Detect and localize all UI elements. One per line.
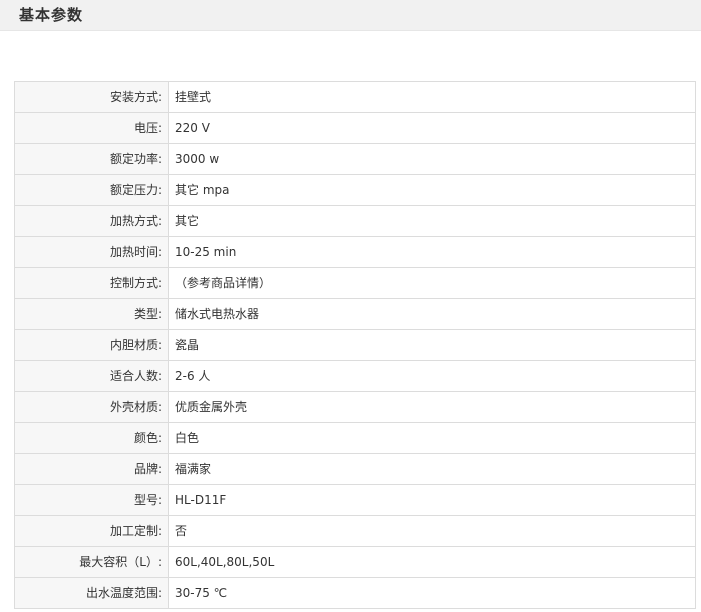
param-value: 瓷晶	[168, 329, 696, 361]
param-label: 型号:	[14, 484, 169, 516]
table-row: 出水温度范围: 30-75 ℃	[14, 577, 696, 609]
table-row: 额定功率: 3000 w	[14, 143, 696, 175]
param-value: 10-25 min	[168, 236, 696, 268]
param-value: 否	[168, 515, 696, 547]
param-label: 安装方式:	[14, 81, 169, 113]
table-row: 安装方式: 挂壁式	[14, 81, 696, 113]
table-row: 颜色: 白色	[14, 422, 696, 454]
param-label: 加热方式:	[14, 205, 169, 237]
param-label: 控制方式:	[14, 267, 169, 299]
param-value: 220 V	[168, 112, 696, 144]
param-value: 储水式电热水器	[168, 298, 696, 330]
table-row: 类型: 储水式电热水器	[14, 298, 696, 330]
table-row: 适合人数: 2-6 人	[14, 360, 696, 392]
param-label: 颜色:	[14, 422, 169, 454]
table-row: 电压: 220 V	[14, 112, 696, 144]
param-value: 挂壁式	[168, 81, 696, 113]
table-row: 额定压力: 其它 mpa	[14, 174, 696, 206]
param-label: 加热时间:	[14, 236, 169, 268]
section-header: 基本参数	[0, 0, 701, 31]
param-label: 额定压力:	[14, 174, 169, 206]
param-value: 60L,40L,80L,50L	[168, 546, 696, 578]
table-row: 品牌: 福满家	[14, 453, 696, 485]
param-value: 30-75 ℃	[168, 577, 696, 609]
parameters-table: 安装方式: 挂壁式 电压: 220 V 额定功率: 3000 w 额定压力: 其…	[14, 81, 696, 609]
table-row: 控制方式: （参考商品详情）	[14, 267, 696, 299]
param-label: 电压:	[14, 112, 169, 144]
param-value: 优质金属外壳	[168, 391, 696, 423]
table-row: 内胆材质: 瓷晶	[14, 329, 696, 361]
param-label: 最大容积（L）:	[14, 546, 169, 578]
param-value: HL-D11F	[168, 484, 696, 516]
table-row: 加工定制: 否	[14, 515, 696, 547]
param-label: 适合人数:	[14, 360, 169, 392]
param-value: 白色	[168, 422, 696, 454]
param-value: 福满家	[168, 453, 696, 485]
param-value: 2-6 人	[168, 360, 696, 392]
table-row: 外壳材质: 优质金属外壳	[14, 391, 696, 423]
param-value: 3000 w	[168, 143, 696, 175]
param-value: 其它	[168, 205, 696, 237]
param-value: （参考商品详情）	[168, 267, 696, 299]
param-label: 外壳材质:	[14, 391, 169, 423]
param-label: 额定功率:	[14, 143, 169, 175]
param-label: 加工定制:	[14, 515, 169, 547]
param-label: 类型:	[14, 298, 169, 330]
param-label: 内胆材质:	[14, 329, 169, 361]
param-label: 出水温度范围:	[14, 577, 169, 609]
param-value: 其它 mpa	[168, 174, 696, 206]
param-label: 品牌:	[14, 453, 169, 485]
section-title: 基本参数	[19, 6, 84, 24]
table-row: 最大容积（L）: 60L,40L,80L,50L	[14, 546, 696, 578]
table-row: 型号: HL-D11F	[14, 484, 696, 516]
table-row: 加热时间: 10-25 min	[14, 236, 696, 268]
table-row: 加热方式: 其它	[14, 205, 696, 237]
